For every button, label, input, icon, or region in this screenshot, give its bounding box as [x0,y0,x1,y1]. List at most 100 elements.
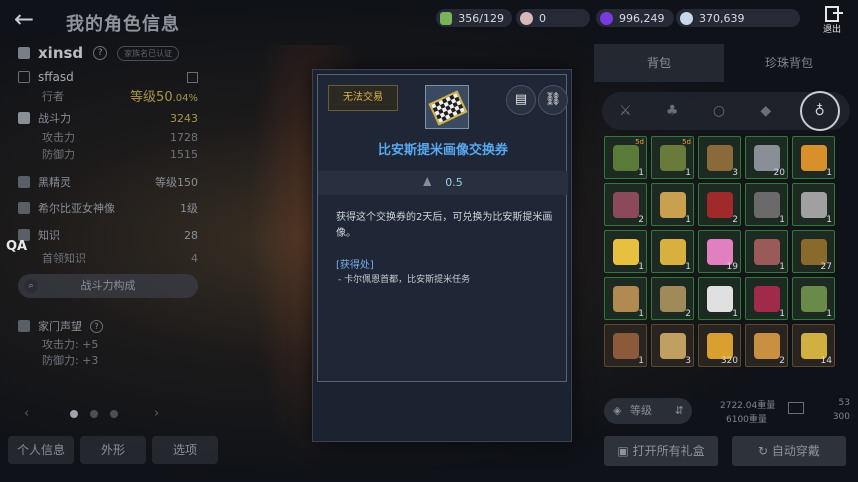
inventory-slot[interactable]: 2 [698,183,741,226]
page-dot[interactable] [90,410,98,418]
inventory-slot[interactable]: 1 [745,277,788,320]
inventory-slot[interactable]: 1 [651,183,694,226]
tab-inventory[interactable]: 背包 [594,44,724,82]
item-icon [801,145,827,171]
item-count: 1 [685,168,691,178]
page-dot[interactable] [110,410,118,418]
inventory-footer: 等级 ◈ ⇵ 2722.04重量 6100重量 53 300 [602,396,850,425]
item-count: 2 [685,309,691,319]
inventory-grid: 5d 1 5d 1 3 20 1 2 1 2 1 1 1 1 19 1 27 1 2 1 1 1 1 3 320 2 14 [604,136,844,367]
inventory-slot[interactable]: 14 [792,324,835,367]
inventory-slot[interactable]: 320 [698,324,741,367]
item-icon [660,286,686,312]
auto-equip-button[interactable]: ↻ 自动穿戴 [732,436,846,466]
item-icon [660,333,686,359]
item-count: 1 [779,309,785,319]
item-icon [754,286,780,312]
inventory-slot[interactable]: 2 [651,277,694,320]
untradeable-badge: 无法交易 [328,85,398,111]
item-count: 2 [779,356,785,366]
inventory-slot[interactable]: 1 [792,183,835,226]
fame-help-icon[interactable]: ? [90,319,103,333]
family-name: xinsd [38,44,84,62]
tab-appearance[interactable]: 外形 [80,436,146,464]
family-row: xinsd ? 家族名已认证 [18,44,198,62]
inventory-slot[interactable]: 1 [651,230,694,273]
exit-button[interactable]: 退出 [818,6,846,40]
gem-icon[interactable]: ◆ [753,98,779,124]
inventory-slot[interactable]: 27 [792,230,835,273]
slots-used: 53 [838,398,850,408]
tab-pearl-inventory[interactable]: 珍珠背包 [724,44,854,82]
weight-current: 2722.04重量 [720,401,776,411]
item-icon [425,85,469,129]
source-text: - 卡尔佩恩首都，比安斯提米任务 [338,275,471,285]
armor-icon[interactable]: ♣ [659,98,685,124]
defense-row: 防御力 1515 [42,147,198,162]
combat-breakdown-button[interactable]: ⌕ 战斗力构成 [18,274,198,298]
item-count: 1 [638,168,644,178]
black-spirit-row: 黑精灵 等级150 [18,174,198,190]
source-title: [获得处] [336,260,374,271]
page-next-icon[interactable]: › [154,406,159,421]
help-icon[interactable]: ? [93,46,108,60]
sort-icon: ◈ [613,404,622,417]
item-count: 2 [732,215,738,225]
inventory-slot[interactable]: 5d 1 [651,136,694,179]
ring-icon[interactable]: ○ [706,98,732,124]
black-spirit-icon [18,176,30,188]
item-weight: 0.5 [318,171,568,195]
tab-options[interactable]: 选项 [152,436,218,464]
inventory-slot[interactable]: 1 [698,277,741,320]
inventory-slot[interactable]: 1 [792,136,835,179]
inventory-slot[interactable]: 3 [651,324,694,367]
inventory-slot[interactable]: 2 [745,324,788,367]
inventory-slot[interactable]: 19 [698,230,741,273]
item-count: 1 [779,215,785,225]
item-icon [801,192,827,218]
page-dot[interactable] [70,410,78,418]
item-icon [660,145,686,171]
item-count: 19 [726,262,738,272]
pearl-icon [520,11,533,25]
book-icon[interactable]: ▤ [506,85,536,115]
link-icon[interactable]: ⛓ [538,85,568,115]
page-title: 我的角色信息 [66,14,180,35]
refresh-icon: ↻ [758,444,772,458]
attack-row: 攻击力 1728 [42,130,198,145]
inventory-slot[interactable]: 3 [698,136,741,179]
tab-personal-info[interactable]: 个人信息 [8,436,74,464]
inventory-slot[interactable]: 1 [604,277,647,320]
inventory-slot[interactable]: 1 [745,183,788,226]
swords-icon[interactable]: ⚔ [612,98,638,124]
item-icon [754,239,780,265]
share-icon[interactable] [187,71,198,83]
expiry-badge: 5d [682,138,691,146]
currency-pearl: 0 [516,9,590,27]
item-count: 3 [685,356,691,366]
sort-button[interactable]: 等级 ◈ ⇵ [604,398,692,424]
inventory-slot[interactable]: 1 [745,230,788,273]
inventory-slot[interactable]: 1 [792,277,835,320]
item-count: 1 [826,309,832,319]
open-all-boxes-button[interactable]: ▣ 打开所有礼盒 [604,436,718,466]
item-count: 14 [820,356,832,366]
page-prev-icon[interactable]: ‹ [24,406,29,421]
family-tag: 家族名已认证 [117,45,180,61]
combat-power-row: 战斗力 3243 [18,110,198,126]
inventory-slot[interactable]: 2 [604,183,647,226]
level: 等级50.04% [130,90,198,105]
item-count: 1 [638,356,644,366]
item-count: 320 [720,356,738,366]
fame-defense-row: 防御力: +3 [42,354,99,367]
currency-silver: 370,639 [676,9,800,27]
inventory-slot[interactable]: 1 [604,324,647,367]
class-level-row: 行者 等级50.04% [18,86,198,106]
item-count: 27 [820,262,832,272]
inventory-slot[interactable]: 1 [604,230,647,273]
inventory-panel: 背包 珍珠背包 ⚔ ♣ ○ ◆ ♁ 5d 1 5d 1 3 20 1 2 1 2 1 1 1 1 19 1 27… [594,40,858,482]
inventory-slot[interactable]: 5d 1 [604,136,647,179]
inventory-slot[interactable]: 20 [745,136,788,179]
bag-icon[interactable]: ♁ [799,91,840,131]
back-arrow-icon[interactable]: ← [14,7,44,34]
